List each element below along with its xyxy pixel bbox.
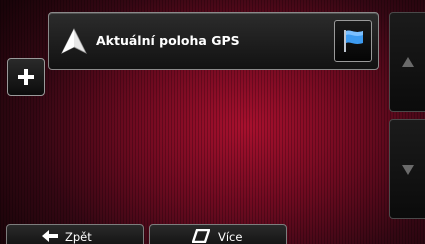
triangle-up-icon <box>402 57 414 67</box>
flag-icon <box>344 30 363 52</box>
more-icon <box>192 229 210 243</box>
start-location-label: Aktuální poloha GPS <box>96 33 240 48</box>
back-button-label: Zpět <box>65 230 92 244</box>
more-button-label: Více <box>218 230 243 244</box>
plus-icon <box>18 69 34 85</box>
scroll-down-button[interactable] <box>389 119 425 219</box>
add-waypoint-button[interactable] <box>7 58 45 96</box>
arrow-left-icon <box>42 230 58 242</box>
route-planner-screen: Aktuální poloha GPS Zpět Více <box>0 0 425 244</box>
triangle-down-icon <box>402 165 414 175</box>
back-button[interactable]: Zpět <box>6 224 144 244</box>
scroll-up-button[interactable] <box>389 12 425 112</box>
more-button[interactable]: Více <box>149 224 287 244</box>
route-waypoint-row[interactable]: Aktuální poloha GPS <box>48 12 379 70</box>
navigation-arrow-icon <box>61 28 87 54</box>
destination-flag-button[interactable] <box>334 20 372 62</box>
